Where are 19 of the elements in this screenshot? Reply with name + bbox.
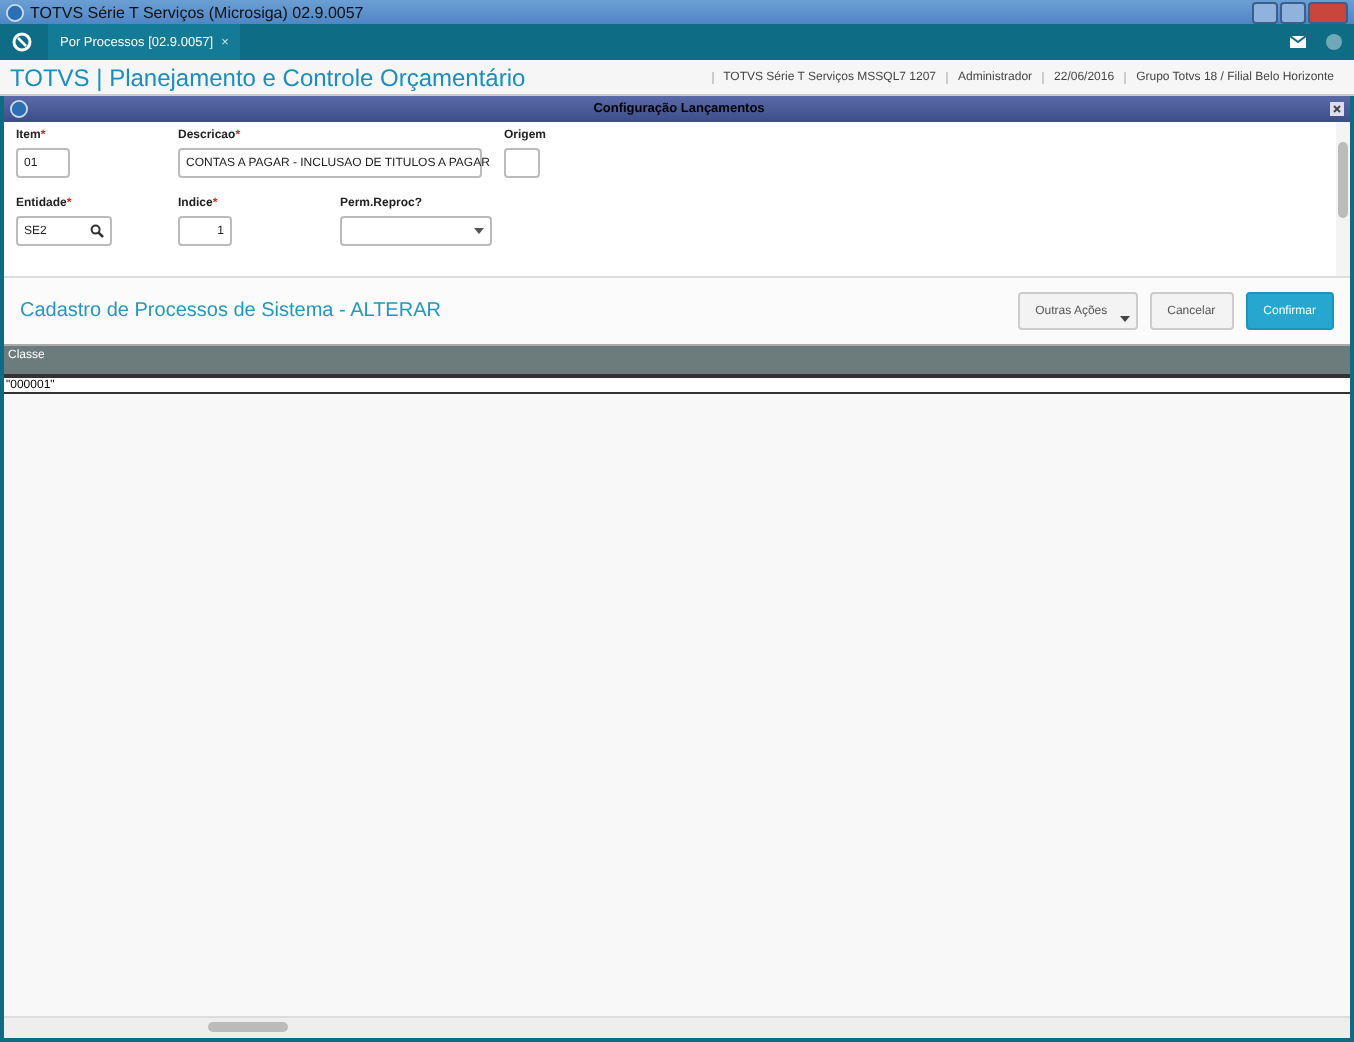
- window-title: TOTVS Série T Serviços (Microsiga) 02.9.0057: [30, 3, 364, 21]
- help-icon[interactable]: [1326, 34, 1342, 50]
- menu-icon[interactable]: [12, 32, 32, 52]
- logo-icon: [6, 3, 24, 21]
- logo-icon: [10, 100, 28, 118]
- scrollbar[interactable]: [1336, 122, 1350, 276]
- close-icon[interactable]: [1330, 102, 1344, 116]
- caret-icon[interactable]: [474, 228, 484, 234]
- search-icon[interactable]: [90, 224, 104, 238]
- scrollbar[interactable]: [4, 1016, 1350, 1038]
- maximize-button[interactable]: [1280, 1, 1306, 23]
- select-field[interactable]: [340, 216, 492, 246]
- process-title: Cadastro de Processos de Sistema - ALTERAR: [20, 300, 443, 322]
- input-field[interactable]: [504, 148, 540, 178]
- minimize-button[interactable]: [1252, 1, 1278, 23]
- caret-icon: [1119, 316, 1130, 322]
- mail-icon[interactable]: [1290, 36, 1306, 48]
- close-button[interactable]: [1308, 1, 1348, 23]
- app-title: TOTVS | Planejamento e Controle Orçamentário: [10, 63, 526, 91]
